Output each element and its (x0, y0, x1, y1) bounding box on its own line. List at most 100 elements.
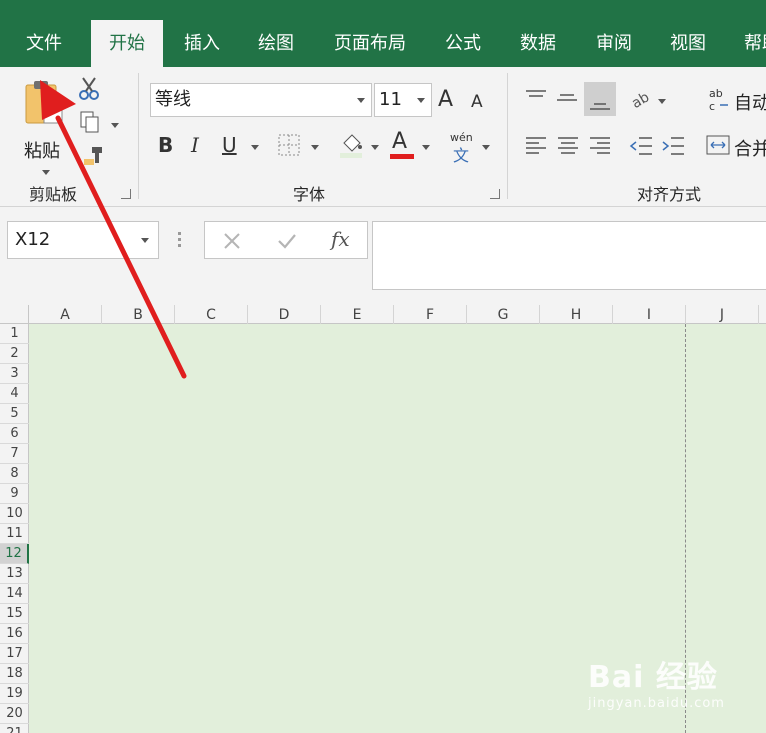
wrap-text-icon[interactable]: ab c (708, 85, 734, 113)
confirm-entry-icon[interactable] (277, 232, 297, 250)
font-color-button[interactable]: A (390, 129, 414, 159)
svg-text:c: c (709, 100, 715, 113)
fill-color-icon[interactable] (338, 131, 364, 159)
row-header[interactable]: 4 (0, 384, 29, 404)
font-name-combo[interactable]: 等线 (150, 83, 372, 117)
merge-center-icon[interactable] (706, 134, 730, 156)
clipboard-group-label: 剪贴板 (29, 185, 78, 204)
align-middle-icon[interactable] (556, 89, 578, 107)
tab-insert[interactable]: 插入 (184, 20, 220, 67)
increase-indent-icon[interactable] (661, 135, 685, 157)
align-top-icon[interactable] (525, 89, 547, 107)
row-header[interactable]: 14 (0, 584, 29, 604)
row-header[interactable]: 6 (0, 424, 29, 444)
column-header[interactable]: H (540, 305, 613, 324)
align-right-icon[interactable] (589, 135, 611, 157)
phonetic-dropdown-icon[interactable] (482, 145, 490, 150)
phonetic-bottom: 文 (453, 146, 470, 165)
row-header[interactable]: 2 (0, 344, 29, 364)
cancel-entry-icon[interactable] (223, 232, 241, 250)
row-header[interactable]: 20 (0, 704, 29, 724)
formula-bar-grip[interactable] (178, 232, 182, 248)
borders-dropdown-icon[interactable] (311, 145, 319, 150)
shrink-font-icon[interactable]: A (471, 92, 483, 112)
merge-center-label[interactable]: 合并 (734, 135, 766, 161)
formula-input[interactable] (372, 221, 766, 290)
select-all-button[interactable] (0, 305, 29, 324)
watermark: Bai 经验 jingyan.baidu.com (588, 652, 724, 711)
bold-button[interactable]: B (158, 133, 173, 157)
row-header[interactable]: 10 (0, 504, 29, 524)
fill-color-dropdown-icon[interactable] (371, 145, 379, 150)
row-headers: 1 2 3 4 5 6 7 8 9 10 11 12 13 14 15 16 1… (0, 324, 29, 733)
row-header[interactable]: 5 (0, 404, 29, 424)
tab-page-layout[interactable]: 页面布局 (334, 20, 406, 67)
tab-help[interactable]: 帮助 (744, 20, 766, 67)
tab-data[interactable]: 数据 (520, 20, 556, 67)
copy-icon[interactable] (79, 110, 101, 134)
column-header[interactable]: F (394, 305, 467, 324)
font-launcher-icon[interactable] (490, 189, 500, 199)
column-header[interactable]: J (686, 305, 759, 324)
row-header[interactable]: 8 (0, 464, 29, 484)
italic-button[interactable]: I (191, 133, 199, 157)
column-header[interactable]: A (29, 305, 102, 324)
tab-formulas[interactable]: 公式 (445, 20, 481, 67)
align-bottom-button[interactable] (584, 82, 616, 116)
tab-home[interactable]: 开始 (91, 20, 163, 67)
group-divider (507, 73, 508, 199)
tab-view[interactable]: 视图 (670, 20, 706, 67)
row-header[interactable]: 3 (0, 364, 29, 384)
name-box[interactable]: X12 (7, 221, 159, 259)
align-left-icon[interactable] (525, 135, 547, 157)
row-header[interactable]: 7 (0, 444, 29, 464)
row-header[interactable]: 16 (0, 624, 29, 644)
row-header[interactable]: 9 (0, 484, 29, 504)
cut-icon[interactable] (78, 77, 100, 101)
watermark-brand: Bai 经验 (588, 660, 718, 695)
font-size-combo[interactable]: 11 (374, 83, 432, 117)
clipboard-launcher-icon[interactable] (121, 189, 131, 199)
tab-draw[interactable]: 绘图 (258, 20, 294, 67)
row-header[interactable]: 11 (0, 524, 29, 544)
row-header[interactable]: 15 (0, 604, 29, 624)
column-header[interactable]: E (321, 305, 394, 324)
column-header[interactable]: B (102, 305, 175, 324)
phonetic-guide-button[interactable]: wén 文 (450, 131, 474, 165)
paste-label: 粘贴 (24, 141, 60, 162)
column-header[interactable]: I (613, 305, 686, 324)
row-header[interactable]: 18 (0, 664, 29, 684)
row-header[interactable]: 19 (0, 684, 29, 704)
decrease-indent-icon[interactable] (629, 135, 653, 157)
column-header[interactable]: G (467, 305, 540, 324)
row-header-selected[interactable]: 12 (0, 544, 29, 564)
row-header[interactable]: 17 (0, 644, 29, 664)
orientation-dropdown-icon[interactable] (658, 99, 666, 104)
underline-button[interactable]: U (222, 133, 237, 157)
copy-dropdown-icon[interactable] (111, 123, 119, 128)
row-header[interactable]: 21 (0, 724, 29, 733)
svg-text:ab: ab (630, 89, 652, 111)
underline-dropdown-icon[interactable] (251, 145, 259, 150)
row-header[interactable]: 1 (0, 324, 29, 344)
row-header[interactable]: 13 (0, 564, 29, 584)
column-header[interactable]: C (175, 305, 248, 324)
paste-dropdown-icon[interactable] (42, 170, 50, 175)
column-header[interactable]: D (248, 305, 321, 324)
name-box-dropdown-icon (141, 238, 149, 243)
paste-button[interactable]: 粘贴 (20, 79, 72, 175)
name-box-value: X12 (15, 229, 51, 250)
borders-icon[interactable] (278, 134, 300, 156)
tab-review[interactable]: 审阅 (596, 20, 632, 67)
clipboard-icon (25, 81, 63, 124)
orientation-icon[interactable]: ab (630, 87, 654, 111)
svg-text:ab: ab (709, 87, 723, 100)
format-painter-icon[interactable] (82, 145, 104, 167)
tab-file[interactable]: 文件 (26, 20, 62, 67)
wrap-text-label[interactable]: 自动 (734, 89, 766, 115)
align-center-icon[interactable] (557, 135, 579, 157)
grow-font-icon[interactable]: A (438, 87, 453, 112)
title-bar (0, 0, 766, 20)
font-color-dropdown-icon[interactable] (422, 145, 430, 150)
insert-function-icon[interactable]: fx (331, 227, 350, 251)
